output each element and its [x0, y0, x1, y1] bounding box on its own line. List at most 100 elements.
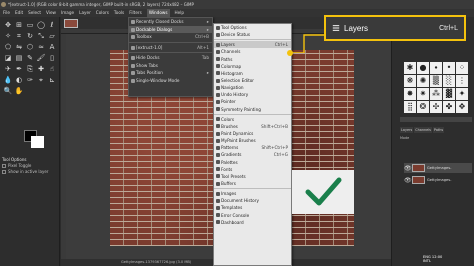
menu-item-tool-options[interactable]: Tool Options: [214, 24, 291, 31]
menu-item-images[interactable]: Images: [214, 190, 291, 197]
option-show-active-layer[interactable]: Show in active layer: [2, 169, 58, 175]
menu-item-brushes[interactable]: Brushes Shift+Ctrl+B: [214, 123, 291, 130]
brush-icon[interactable]: •: [443, 62, 455, 74]
rotate-tool-icon[interactable]: ↻: [25, 31, 35, 41]
brush-icon[interactable]: ⁘: [456, 62, 468, 74]
move-tool-icon[interactable]: ✥: [3, 20, 13, 30]
bucket-fill-icon[interactable]: ◪: [3, 53, 13, 63]
menu-item-show-tabs[interactable]: Show Tabs: [129, 62, 212, 70]
tab-channels[interactable]: Channels: [414, 127, 432, 133]
background-color-swatch[interactable]: [31, 136, 44, 148]
align-tool-icon[interactable]: ⊞: [14, 20, 24, 30]
menu-item-histogram[interactable]: Histogram: [214, 70, 291, 77]
menu-item-buffers[interactable]: Buffers: [214, 180, 291, 187]
brush-icon[interactable]: ✱: [404, 62, 416, 74]
brush-icon[interactable]: ░: [443, 75, 455, 87]
menu-item-colors[interactable]: Colors: [214, 116, 291, 123]
menu-view[interactable]: View: [46, 9, 56, 17]
brush-icon[interactable]: ✥: [456, 101, 468, 113]
brush-icon[interactable]: ∙: [430, 62, 442, 74]
menu-tools[interactable]: Tools: [114, 9, 124, 17]
menu-item-navigation[interactable]: Navigation: [214, 84, 291, 91]
menu-item-dockable-dialogs[interactable]: Dockable Dialogs ▸: [129, 25, 212, 33]
smudge-tool-icon[interactable]: ☝: [47, 64, 57, 74]
ink-tool-icon[interactable]: ✒: [14, 64, 24, 74]
tab-layers[interactable]: Layers: [400, 127, 414, 133]
menu-layer[interactable]: Layer: [79, 9, 91, 17]
dock-slider[interactable]: [400, 117, 472, 122]
fuzzy-select-icon[interactable]: ✧: [3, 31, 13, 41]
measure-tool-icon[interactable]: ⊾: [47, 75, 57, 85]
rect-select-icon[interactable]: ▭: [25, 20, 35, 30]
brush-icon[interactable]: ●: [417, 62, 429, 74]
menu-item-selection-editor[interactable]: Selection Editor: [214, 77, 291, 84]
tab-paths[interactable]: Paths: [432, 127, 445, 133]
menu-item-fonts[interactable]: Fonts: [214, 166, 291, 173]
menu-item-recently-closed-docks[interactable]: Recently Closed Docks ▸: [129, 18, 212, 26]
warp-tool-icon[interactable]: ≈: [36, 42, 46, 52]
blend-tool-icon[interactable]: ▤: [14, 53, 24, 63]
eraser-icon[interactable]: ▯: [47, 53, 57, 63]
checkbox[interactable]: [2, 170, 6, 174]
color-picker-icon[interactable]: ⌖: [36, 75, 46, 85]
menu-edit[interactable]: Edit: [15, 9, 23, 17]
menu-item-error-console[interactable]: Error Console: [214, 212, 291, 219]
eye-icon[interactable]: 👁: [404, 165, 412, 172]
cage-tool-icon[interactable]: ⬡: [25, 42, 35, 52]
menu-item-single-window-mode[interactable]: Single-Window Mode: [129, 77, 212, 85]
ellipse-select-icon[interactable]: ◯: [36, 20, 46, 30]
crop-tool-icon[interactable]: ⌗: [14, 31, 24, 41]
zoom-tool-icon[interactable]: 🔍: [3, 86, 13, 96]
menu-item-gradients[interactable]: Gradients Ctrl+G: [214, 151, 291, 158]
menu-item-layers[interactable]: Layers Ctrl+L: [214, 41, 291, 49]
brush-icon[interactable]: ❋: [404, 75, 416, 87]
brush-icon[interactable]: ✤: [443, 101, 455, 113]
menu-image[interactable]: Image: [61, 9, 74, 17]
menu-item-device-status[interactable]: Device Status: [214, 31, 291, 38]
brush-icon[interactable]: ⁂: [430, 88, 442, 100]
heal-tool-icon[interactable]: ✚: [36, 64, 46, 74]
flip-tool-icon[interactable]: ⇋: [14, 42, 24, 52]
paths-tool-icon[interactable]: ✑: [25, 75, 35, 85]
menu-item-colormap[interactable]: Colormap: [214, 63, 291, 70]
brush-icon[interactable]: ✦: [456, 88, 468, 100]
menu-item-paint-dynamics[interactable]: Paint Dynamics: [214, 130, 291, 137]
brush-icon[interactable]: ✣: [430, 101, 442, 113]
brush-icon[interactable]: ⣿: [404, 101, 416, 113]
text-tool-icon[interactable]: A: [47, 42, 57, 52]
lasso-icon[interactable]: ℓ: [47, 20, 57, 30]
image-tab-thumbnail[interactable]: [64, 19, 78, 28]
blur-tool-icon[interactable]: 💧: [3, 75, 13, 85]
menu-item-dashboard[interactable]: Dashboard: [214, 219, 291, 226]
shear-tool-icon[interactable]: ▱: [47, 31, 57, 41]
paintbrush-icon[interactable]: 🖌: [36, 53, 46, 63]
menu-item-undo-history[interactable]: Undo History: [214, 91, 291, 98]
menu-item-tabs-position[interactable]: Tabs Position ▸: [129, 69, 212, 77]
menu-item-pointer[interactable]: Pointer: [214, 98, 291, 105]
menu-help[interactable]: Help: [175, 9, 185, 17]
brush-icon[interactable]: ⋮: [456, 75, 468, 87]
hand-tool-icon[interactable]: ✋: [14, 86, 24, 96]
menu-select[interactable]: Select: [28, 9, 41, 17]
layer-row[interactable]: 👁 GettyImages-: [404, 163, 472, 173]
menu-item-mypaint-brushes[interactable]: MyPaint Brushes: [214, 137, 291, 144]
menu-item-tool-presets[interactable]: Tool Presets: [214, 173, 291, 180]
perspective-tool-icon[interactable]: ⬠: [3, 42, 13, 52]
pencil-tool-icon[interactable]: ✎: [25, 53, 35, 63]
menu-item-patterns[interactable]: Patterns Shift+Ctrl+P: [214, 144, 291, 151]
layer-row[interactable]: 👁 GettyImages-: [404, 175, 472, 185]
menu-item-extruct-1-0[interactable]: [extruct-1.0] Alt+1: [129, 44, 212, 52]
menu-item-palettes[interactable]: Palettes: [214, 159, 291, 166]
eye-icon[interactable]: 👁: [404, 177, 412, 184]
brush-icon[interactable]: ✺: [417, 75, 429, 87]
menu-item-templates[interactable]: Templates: [214, 204, 291, 211]
menu-item-hide-docks[interactable]: Hide Docks Tab: [129, 54, 212, 62]
airbrush-icon[interactable]: ✈: [3, 64, 13, 74]
menu-item-document-history[interactable]: Document History: [214, 197, 291, 204]
menu-windows[interactable]: Windows: [146, 9, 170, 17]
scale-tool-icon[interactable]: ⤡: [36, 31, 46, 41]
menu-item-paths[interactable]: Paths: [214, 56, 291, 63]
menu-colors[interactable]: Colors: [96, 9, 109, 17]
brush-icon[interactable]: ✷: [417, 88, 429, 100]
brush-icon[interactable]: ❂: [417, 101, 429, 113]
